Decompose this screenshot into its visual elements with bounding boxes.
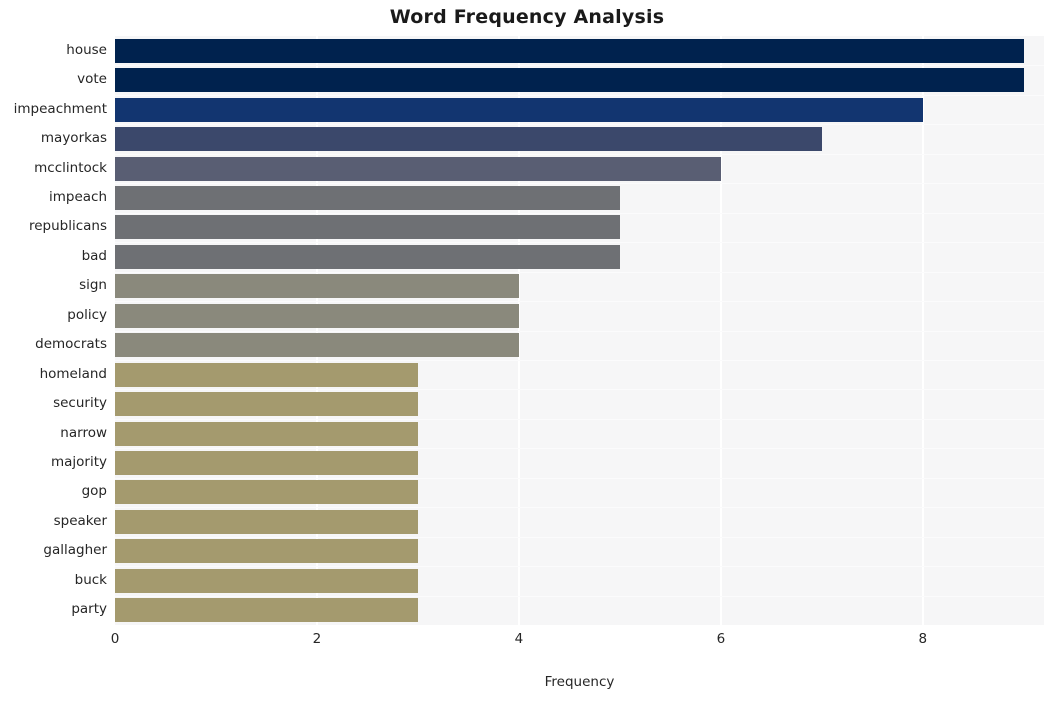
- gridline-horizontal: [115, 301, 1044, 302]
- bar-narrow[interactable]: [115, 421, 418, 446]
- bar-row: [115, 362, 1044, 387]
- y-tick-label-majority: majority: [50, 454, 107, 471]
- gridline-horizontal: [115, 154, 1044, 155]
- bar-democrats[interactable]: [115, 333, 519, 358]
- bar-majority[interactable]: [115, 451, 418, 476]
- bar-republicans[interactable]: [115, 215, 620, 240]
- gridline-horizontal: [115, 331, 1044, 332]
- bar-row: [115, 451, 1044, 476]
- bar-row: [115, 421, 1044, 446]
- bar-buck[interactable]: [115, 568, 418, 593]
- y-axis-tick-labels: house vote impeachment mayorkas mcclintock im…: [0, 36, 107, 625]
- bar-row: [115, 97, 1044, 122]
- bar-mcclintock[interactable]: [115, 156, 721, 181]
- bar-gallagher[interactable]: [115, 539, 418, 564]
- y-tick-label-security: security: [53, 395, 107, 412]
- bar-row: [115, 392, 1044, 417]
- gridline-horizontal: [115, 448, 1044, 449]
- bar-bad[interactable]: [115, 244, 620, 269]
- bar-row: [115, 568, 1044, 593]
- y-tick-label-house: house: [66, 41, 107, 58]
- x-tick-label-0: 0: [110, 631, 120, 647]
- y-tick-label-party: party: [71, 601, 107, 618]
- bar-policy[interactable]: [115, 303, 519, 328]
- x-axis-tick-labels: 0 2 4 6 8: [0, 625, 1054, 655]
- bar-row: [115, 38, 1044, 63]
- bar-row: [115, 127, 1044, 152]
- x-tick-label-6: 6: [716, 631, 726, 647]
- bar-security[interactable]: [115, 392, 418, 417]
- bar-row: [115, 539, 1044, 564]
- bar-row: [115, 156, 1044, 181]
- bar-row: [115, 274, 1044, 299]
- gridline-horizontal: [115, 566, 1044, 567]
- bar-impeach[interactable]: [115, 185, 620, 210]
- y-tick-label-speaker: speaker: [53, 512, 107, 529]
- gridline-horizontal: [115, 478, 1044, 479]
- bar-row: [115, 303, 1044, 328]
- y-tick-label-sign: sign: [79, 277, 107, 294]
- bar-homeland[interactable]: [115, 362, 418, 387]
- y-tick-label-gallagher: gallagher: [43, 542, 107, 559]
- y-tick-label-republicans: republicans: [28, 218, 107, 235]
- bar-mayorkas[interactable]: [115, 127, 822, 152]
- y-tick-label-homeland: homeland: [39, 365, 107, 382]
- gridline-horizontal: [115, 537, 1044, 538]
- bar-row: [115, 68, 1044, 93]
- bar-sign[interactable]: [115, 274, 519, 299]
- gridline-horizontal: [115, 419, 1044, 420]
- y-tick-label-bad: bad: [81, 247, 107, 264]
- y-tick-label-impeach: impeach: [48, 188, 107, 205]
- y-tick-label-mayorkas: mayorkas: [40, 130, 107, 147]
- gridline-horizontal: [115, 65, 1044, 66]
- gridline-horizontal: [115, 183, 1044, 184]
- gridline-horizontal: [115, 124, 1044, 125]
- y-tick-label-buck: buck: [74, 571, 107, 588]
- bar-gop[interactable]: [115, 480, 418, 505]
- bar-row: [115, 215, 1044, 240]
- bar-vote[interactable]: [115, 68, 1024, 93]
- bar-row: [115, 509, 1044, 534]
- bar-row: [115, 244, 1044, 269]
- y-tick-label-mcclintock: mcclintock: [34, 159, 107, 176]
- gridline-horizontal: [115, 389, 1044, 390]
- gridline-horizontal: [115, 213, 1044, 214]
- y-tick-label-democrats: democrats: [35, 336, 107, 353]
- gridline-horizontal: [115, 360, 1044, 361]
- y-tick-label-impeachment: impeachment: [13, 100, 107, 117]
- gridline-horizontal: [115, 596, 1044, 597]
- bar-row: [115, 333, 1044, 358]
- plot-area: [115, 36, 1044, 625]
- bar-impeachment[interactable]: [115, 97, 923, 122]
- bar-row: [115, 185, 1044, 210]
- gridline-horizontal: [115, 242, 1044, 243]
- word-frequency-chart-figure: Word Frequency Analysis house vote impeach…: [0, 0, 1054, 701]
- x-tick-label-4: 4: [514, 631, 524, 647]
- gridline-horizontal: [115, 95, 1044, 96]
- bar-speaker[interactable]: [115, 509, 418, 534]
- gridline-horizontal: [115, 272, 1044, 273]
- x-tick-label-8: 8: [918, 631, 928, 647]
- bar-row: [115, 598, 1044, 623]
- bar-house[interactable]: [115, 38, 1024, 63]
- y-tick-label-narrow: narrow: [60, 424, 107, 441]
- y-tick-label-policy: policy: [67, 306, 107, 323]
- bar-row: [115, 480, 1044, 505]
- chart-title: Word Frequency Analysis: [389, 6, 665, 28]
- x-axis-label: Frequency: [544, 674, 615, 690]
- y-tick-label-gop: gop: [81, 483, 107, 500]
- y-tick-label-vote: vote: [77, 71, 107, 88]
- gridline-horizontal: [115, 507, 1044, 508]
- x-tick-label-2: 2: [312, 631, 322, 647]
- bar-party[interactable]: [115, 598, 418, 623]
